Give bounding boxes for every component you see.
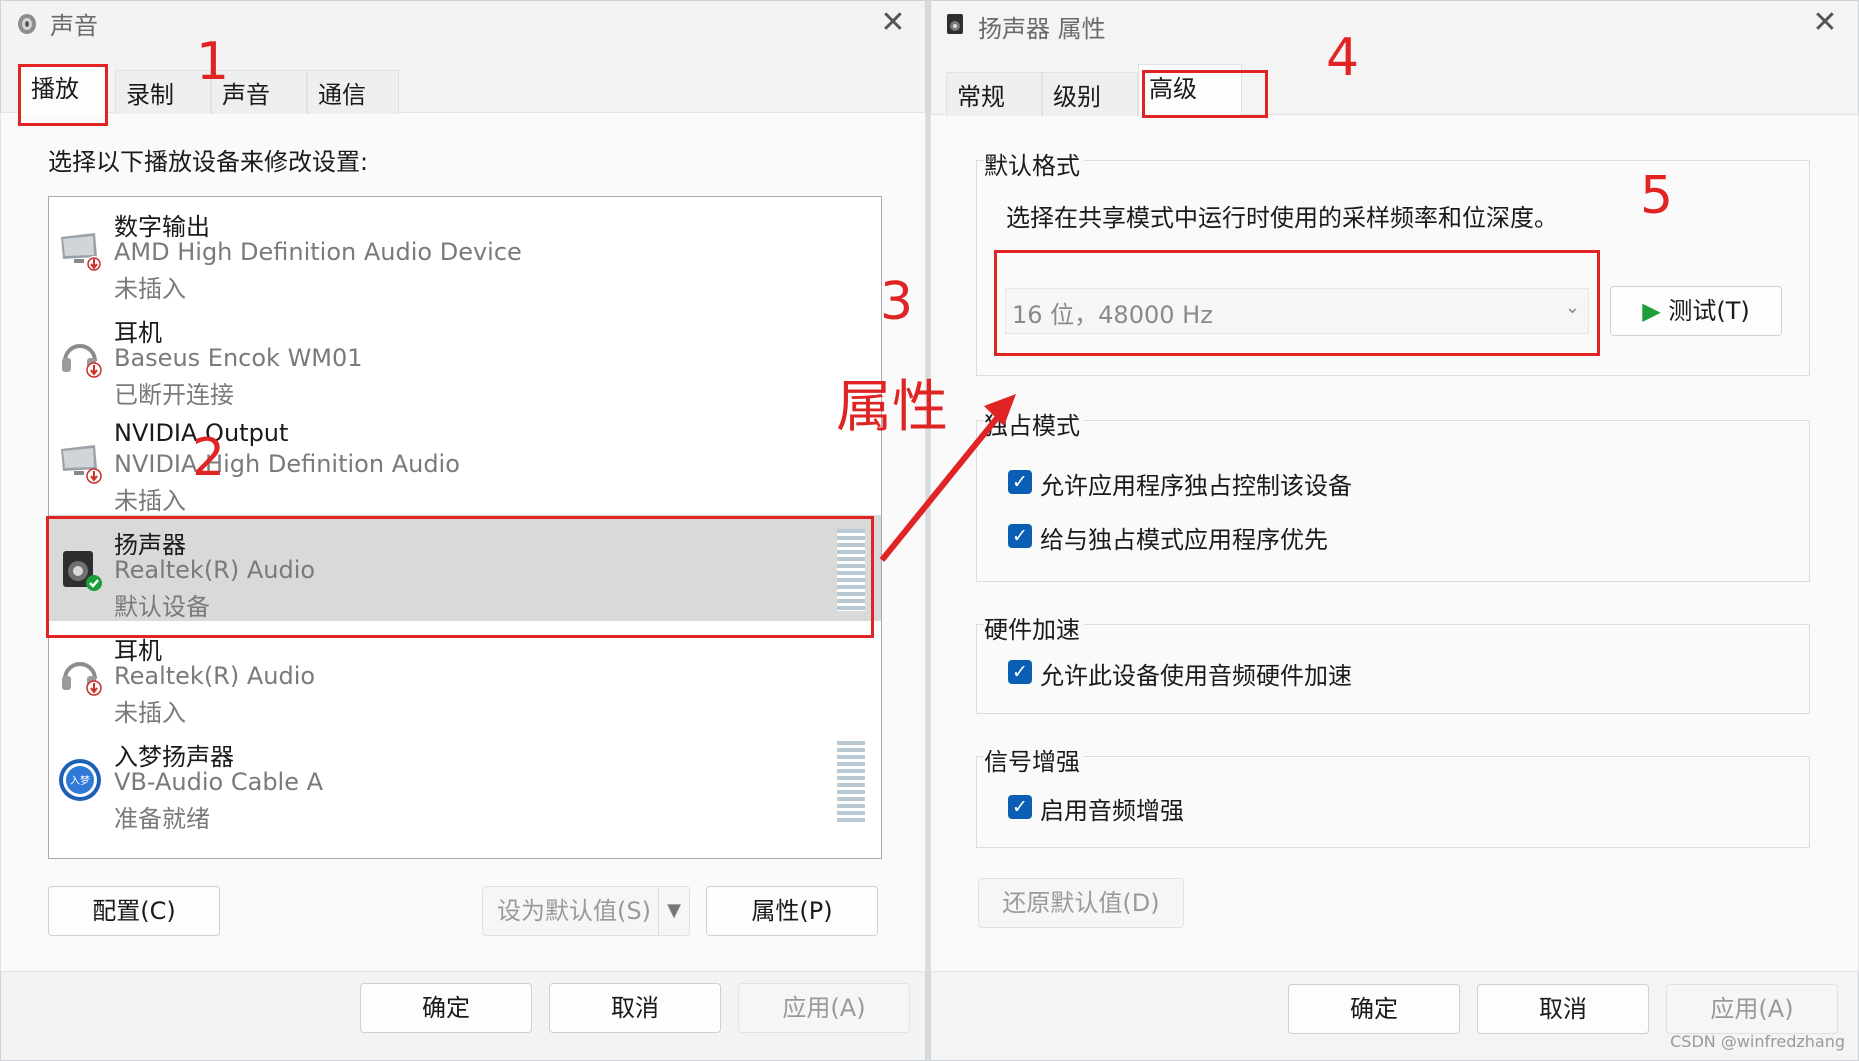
test-button[interactable]: ▶ 测试(T) [1610, 286, 1782, 336]
default-format-description: 选择在共享模式中运行时使用的采样频率和位深度。 [1006, 204, 1558, 232]
tab-general[interactable]: 常规 [946, 72, 1042, 116]
window-title: 声音 [50, 12, 98, 40]
device-item-vb-audio[interactable]: 入梦 入梦扬声器 VB-Audio Cable A 准备就绪 [49, 727, 881, 833]
monitor-speaker-icon [61, 233, 102, 272]
device-driver: NVIDIA High Definition Audio [114, 450, 460, 478]
default-format-title: 默认格式 [984, 146, 1084, 181]
tab-communications[interactable]: 通信 [307, 70, 399, 114]
annotation-number-3: 3 [880, 272, 914, 332]
set-default-label: 设为默认值(S) [497, 897, 651, 925]
hardware-acceleration-title: 硬件加速 [984, 610, 1084, 645]
configure-button[interactable]: 配置(C) [48, 886, 220, 936]
chevron-down-icon[interactable]: ▼ [658, 887, 689, 935]
restore-defaults-button[interactable]: 还原默认值(D) [978, 878, 1184, 928]
device-status: 未插入 [114, 699, 186, 727]
headphones-icon [62, 344, 102, 378]
exclusive-control-label: 允许应用程序独占控制该设备 [1040, 472, 1352, 500]
exclusive-mode-group [976, 420, 1810, 582]
annotation-number-5: 5 [1640, 166, 1674, 226]
annotation-number-4: 4 [1326, 28, 1360, 88]
headphones-icon [62, 662, 102, 696]
device-status: 准备就绪 [114, 805, 210, 833]
close-button[interactable]: ✕ [876, 6, 910, 40]
device-status: 未插入 [114, 487, 186, 515]
title-bar: 扬声器 属性 ✕ [930, 0, 1859, 48]
cancel-button[interactable]: 取消 [549, 983, 721, 1033]
ok-button[interactable]: 确定 [360, 983, 532, 1033]
device-item-nvidia-output[interactable]: NVIDIA Output NVIDIA High Definition Aud… [49, 409, 881, 515]
signal-enhancement-title: 信号增强 [984, 742, 1084, 777]
vb-audio-icon: 入梦 [59, 759, 101, 801]
tab-levels[interactable]: 级别 [1042, 72, 1138, 116]
device-name: 入梦扬声器 [114, 743, 234, 771]
device-name: 耳机 [114, 319, 162, 347]
hardware-acceleration-checkbox[interactable]: ✓ [1008, 660, 1032, 684]
device-item-digital-output[interactable]: 数字输出 AMD High Definition Audio Device 未插… [49, 197, 881, 303]
close-icon: ✕ [880, 5, 906, 40]
monitor-speaker-icon [61, 445, 102, 484]
window-title: 扬声器 属性 [978, 15, 1106, 43]
volume-meter [837, 741, 865, 823]
annotation-box-advanced-tab [1142, 70, 1268, 118]
apply-button[interactable]: 应用(A) [1666, 984, 1838, 1034]
watermark: CSDN @winfredzhang [1670, 1032, 1845, 1051]
device-driver: Realtek(R) Audio [114, 662, 316, 690]
apply-button[interactable]: 应用(A) [738, 983, 910, 1033]
play-icon: ▶ [1642, 297, 1661, 325]
device-driver: AMD High Definition Audio Device [114, 238, 522, 266]
device-driver: VB-Audio Cable A [114, 768, 324, 796]
speaker-properties-dialog: 扬声器 属性 ✕ 常规 级别 高级 默认格式 选择在共享模式中运行时使用的采样频… [930, 0, 1859, 1061]
annotation-number-2: 2 [192, 428, 226, 488]
annotation-box-playback-tab [18, 64, 108, 126]
speaker-icon [947, 14, 963, 34]
device-name: 数字输出 [114, 213, 210, 241]
hardware-acceleration-label: 允许此设备使用音频硬件加速 [1040, 662, 1352, 690]
device-status: 已断开连接 [114, 381, 234, 409]
device-status: 未插入 [114, 275, 186, 303]
vb-audio-icon-text: 入梦 [70, 775, 90, 787]
device-driver: Baseus Encok WM01 [114, 344, 363, 372]
close-button[interactable]: ✕ [1808, 6, 1842, 40]
ok-button[interactable]: 确定 [1288, 984, 1460, 1034]
properties-button[interactable]: 属性(P) [706, 886, 878, 936]
set-default-button[interactable]: 设为默认值(S) ▼ [482, 886, 690, 936]
test-button-label: 测试(T) [1668, 297, 1750, 325]
exclusive-priority-label: 给与独占模式应用程序优先 [1040, 526, 1328, 554]
annotation-box-sample-format [994, 250, 1600, 356]
device-item-headphones-baseus[interactable]: 耳机 Baseus Encok WM01 已断开连接 [49, 303, 881, 409]
sound-app-icon [18, 14, 36, 34]
annotation-box-speaker-device [46, 516, 874, 638]
instruction-text: 选择以下播放设备来修改设置: [48, 148, 369, 176]
annotation-arrow-icon [879, 394, 1016, 562]
title-bar: 声音 ✕ [0, 0, 926, 48]
close-icon: ✕ [1812, 5, 1838, 40]
audio-enhancement-label: 启用音频增强 [1040, 797, 1184, 825]
annotation-number-1: 1 [196, 32, 230, 92]
audio-enhancement-checkbox[interactable]: ✓ [1008, 795, 1032, 819]
cancel-button[interactable]: 取消 [1477, 984, 1649, 1034]
